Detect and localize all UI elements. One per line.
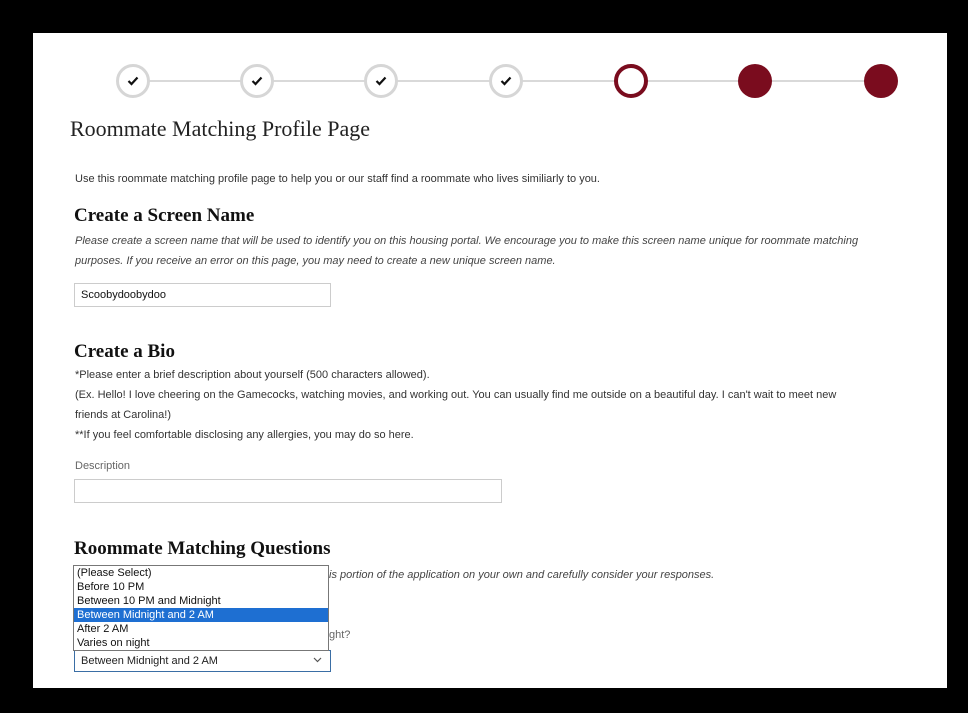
chevron-down-icon — [313, 657, 322, 663]
bedtime-options-list: (Please Select) Before 10 PM Between 10 … — [73, 565, 329, 651]
questions-heading: Roommate Matching Questions — [74, 538, 331, 559]
screen-name-heading: Create a Screen Name — [74, 205, 255, 226]
option-varies[interactable]: Varies on night — [74, 636, 328, 650]
bedtime-select-value: Between Midnight and 2 AM — [81, 655, 218, 667]
bio-example-1: (Ex. Hello! I love cheering on the Gamec… — [75, 389, 837, 401]
screen-name-help-1: Please create a screen name that will be… — [75, 235, 859, 247]
description-label: Description — [75, 460, 131, 472]
step-3-complete — [364, 64, 398, 98]
bio-example-2: friends at Carolina!) — [75, 409, 171, 421]
step-1-complete — [116, 64, 150, 98]
question-label: ght? — [329, 629, 351, 641]
option-10pm-midnight[interactable]: Between 10 PM and Midnight — [74, 594, 328, 608]
option-midnight-2am[interactable]: Between Midnight and 2 AM — [74, 608, 328, 622]
option-after-2am[interactable]: After 2 AM — [74, 622, 328, 636]
step-6-upcoming — [738, 64, 772, 98]
step-2-complete — [240, 64, 274, 98]
bio-allergy-note: **If you feel comfortable disclosing any… — [75, 429, 414, 441]
option-please-select[interactable]: (Please Select) — [74, 566, 328, 580]
check-icon — [127, 76, 139, 86]
step-7-upcoming — [864, 64, 898, 98]
description-input[interactable] — [74, 479, 502, 503]
screen-name-help-2: purposes. If you receive an error on thi… — [75, 255, 556, 267]
bedtime-select[interactable]: Between Midnight and 2 AM — [74, 650, 331, 672]
page-intro: Use this roommate matching profile page … — [75, 173, 600, 185]
step-4-complete — [489, 64, 523, 98]
step-5-current — [614, 64, 648, 98]
bio-instruction: *Please enter a brief description about … — [75, 369, 430, 381]
check-icon — [251, 76, 263, 86]
check-icon — [500, 76, 512, 86]
check-icon — [375, 76, 387, 86]
page-container: Roommate Matching Profile Page Use this … — [33, 33, 947, 688]
option-before-10pm[interactable]: Before 10 PM — [74, 580, 328, 594]
page-title: Roommate Matching Profile Page — [70, 116, 370, 141]
questions-help: is portion of the application on your ow… — [329, 569, 715, 581]
screen-name-input[interactable] — [74, 283, 331, 307]
bio-heading: Create a Bio — [74, 341, 175, 362]
